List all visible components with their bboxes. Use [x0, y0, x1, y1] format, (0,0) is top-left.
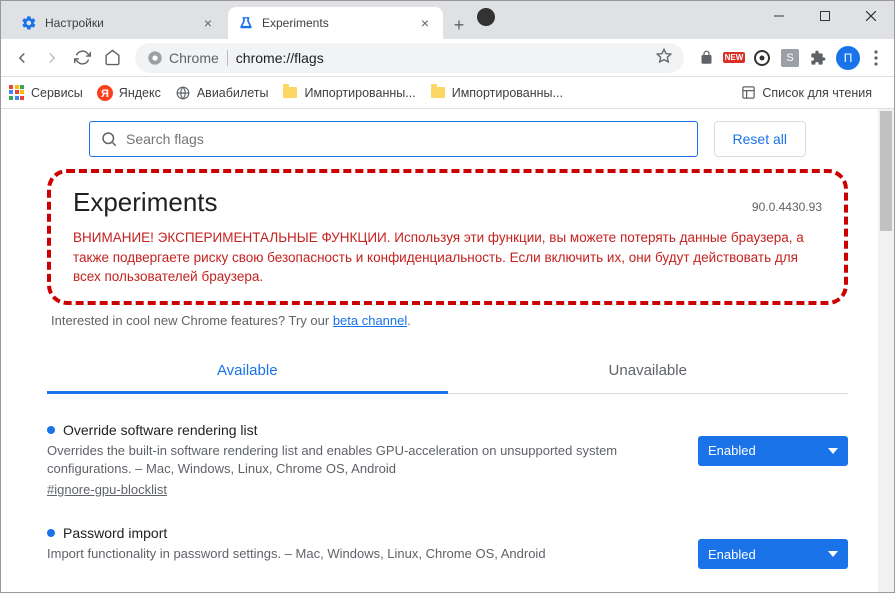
tab-available[interactable]: Available [47, 350, 448, 394]
new-tab-button[interactable]: + [445, 11, 473, 39]
page-title: Experiments [73, 187, 218, 218]
window-controls [756, 1, 894, 31]
home-button[interactable] [97, 43, 127, 73]
forward-button[interactable] [37, 43, 67, 73]
bookmark-folder[interactable]: Импортированны... [430, 85, 563, 101]
flag-state-select[interactable]: Enabled [698, 436, 848, 466]
chrome-icon [147, 50, 163, 66]
search-flags-field[interactable] [89, 121, 698, 157]
browser-tab-experiments[interactable]: Experiments × [228, 7, 443, 39]
flag-row: Password import Import functionality in … [47, 525, 848, 569]
window-titlebar: Настройки × Experiments × + [1, 1, 894, 39]
bookmark-folder[interactable]: Импортированны... [282, 85, 415, 101]
browser-tab-settings[interactable]: Настройки × [11, 7, 226, 39]
reset-all-button[interactable]: Reset all [714, 121, 806, 157]
minimize-button[interactable] [756, 1, 802, 31]
close-icon[interactable]: × [417, 15, 433, 31]
reading-list-button[interactable]: Список для чтения [740, 85, 872, 101]
back-button[interactable] [7, 43, 37, 73]
site-identity: Chrome [169, 50, 228, 66]
warning-text: ВНИМАНИЕ! ЭКСПЕРИМЕНТАЛЬНЫЕ ФУНКЦИИ. Исп… [73, 228, 822, 287]
scrollbar[interactable] [878, 109, 894, 592]
reading-list-icon [740, 85, 756, 101]
version-label: 90.0.4430.93 [752, 200, 822, 214]
address-bar[interactable]: Chrome chrome://flags [135, 43, 684, 73]
gear-icon [21, 15, 37, 31]
browser-toolbar: Chrome chrome://flags NEW S П [1, 39, 894, 77]
new-badge-icon[interactable]: NEW [722, 46, 746, 70]
flags-page: Reset all Experiments 90.0.4430.93 ВНИМА… [1, 109, 894, 569]
apps-grid-icon [9, 85, 25, 101]
bookmark-aviabilety[interactable]: Авиабилеты [175, 85, 269, 101]
yandex-icon: Я [97, 85, 113, 101]
folder-icon [430, 85, 446, 101]
globe-icon [175, 85, 191, 101]
close-window-button[interactable] [848, 1, 894, 31]
search-icon [100, 130, 118, 148]
flag-hash-link[interactable]: #ignore-gpu-blocklist [47, 482, 167, 497]
modified-dot-icon [47, 529, 55, 537]
extension-icon[interactable] [750, 46, 774, 70]
chevron-down-icon [828, 446, 838, 456]
bookmark-apps[interactable]: Сервисы [9, 85, 83, 101]
tab-title: Experiments [262, 16, 417, 30]
modified-dot-icon [47, 426, 55, 434]
flask-icon [238, 15, 254, 31]
svg-text:Я: Я [101, 88, 109, 100]
maximize-button[interactable] [802, 1, 848, 31]
menu-button[interactable] [864, 50, 888, 66]
beta-channel-line: Interested in cool new Chrome features? … [47, 313, 848, 328]
media-indicator-icon[interactable] [477, 8, 495, 26]
bookmark-yandex[interactable]: Я Яндекс [97, 85, 161, 101]
flags-tabs: Available Unavailable [47, 350, 848, 394]
flag-row: Override software rendering list Overrid… [47, 422, 848, 497]
url-text: chrome://flags [236, 50, 324, 66]
profile-avatar[interactable]: П [836, 46, 860, 70]
flag-name: Override software rendering list [47, 422, 678, 438]
search-input[interactable] [126, 131, 687, 147]
flag-description: Import functionality in password setting… [47, 545, 678, 563]
extension-icon[interactable]: S [778, 46, 802, 70]
lock-icon[interactable] [694, 46, 718, 70]
tab-title: Настройки [45, 16, 200, 30]
scrollbar-thumb[interactable] [880, 111, 892, 231]
chevron-down-icon [828, 549, 838, 559]
close-icon[interactable]: × [200, 15, 216, 31]
bookmarks-bar: Сервисы Я Яндекс Авиабилеты Импортирован… [1, 77, 894, 109]
page-viewport: Reset all Experiments 90.0.4430.93 ВНИМА… [1, 109, 894, 592]
reload-button[interactable] [67, 43, 97, 73]
beta-channel-link[interactable]: beta channel [333, 313, 407, 328]
flag-name: Password import [47, 525, 678, 541]
annotation-highlight: Experiments 90.0.4430.93 ВНИМАНИЕ! ЭКСПЕ… [47, 169, 848, 305]
folder-icon [282, 85, 298, 101]
tab-unavailable[interactable]: Unavailable [448, 350, 849, 393]
extensions-puzzle-icon[interactable] [806, 46, 830, 70]
flag-state-select[interactable]: Enabled [698, 539, 848, 569]
flag-description: Overrides the built-in software renderin… [47, 442, 678, 478]
bookmark-star-icon[interactable] [656, 48, 672, 67]
